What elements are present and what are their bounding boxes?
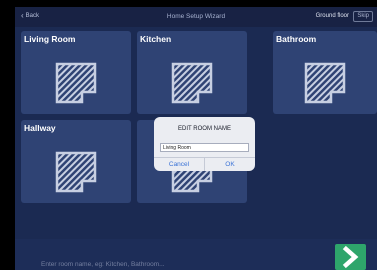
skip-button[interactable]: Skip xyxy=(353,11,373,22)
cancel-button[interactable]: Cancel xyxy=(154,158,204,171)
room-name-field[interactable] xyxy=(160,143,249,152)
room-card-title: Living Room xyxy=(24,34,76,44)
app-screen: ‹ Back Home Setup Wizard Ground floor Sk… xyxy=(15,7,377,270)
chevron-right-icon xyxy=(342,245,359,269)
room-card-living-room[interactable]: Living Room xyxy=(21,31,131,114)
room-name-input[interactable] xyxy=(41,258,301,270)
floor-plan-icon xyxy=(171,62,213,104)
floor-plan-icon xyxy=(55,151,97,193)
room-card-hallway[interactable]: Hallway xyxy=(21,120,131,203)
room-card-bathroom[interactable]: Bathroom xyxy=(273,31,377,114)
room-card-title: Bathroom xyxy=(276,34,317,44)
next-button[interactable] xyxy=(335,244,366,270)
edit-room-dialog: EDIT ROOM NAME Cancel OK xyxy=(154,117,255,171)
dialog-title: EDIT ROOM NAME xyxy=(178,126,231,132)
room-name-bar xyxy=(15,239,377,270)
room-card-title: Hallway xyxy=(24,123,56,133)
room-card-title: Kitchen xyxy=(140,34,172,44)
room-card-kitchen[interactable]: Kitchen xyxy=(137,31,247,114)
floor-plan-icon xyxy=(304,62,346,104)
nav-bar: ‹ Back Home Setup Wizard Ground floor Sk… xyxy=(15,7,377,27)
floor-label: Ground floor xyxy=(315,13,349,19)
floor-plan-icon xyxy=(55,62,97,104)
dialog-buttons: Cancel OK xyxy=(154,157,255,171)
ok-button[interactable]: OK xyxy=(204,158,255,171)
screen-frame: ‹ Back Home Setup Wizard Ground floor Sk… xyxy=(0,0,377,270)
